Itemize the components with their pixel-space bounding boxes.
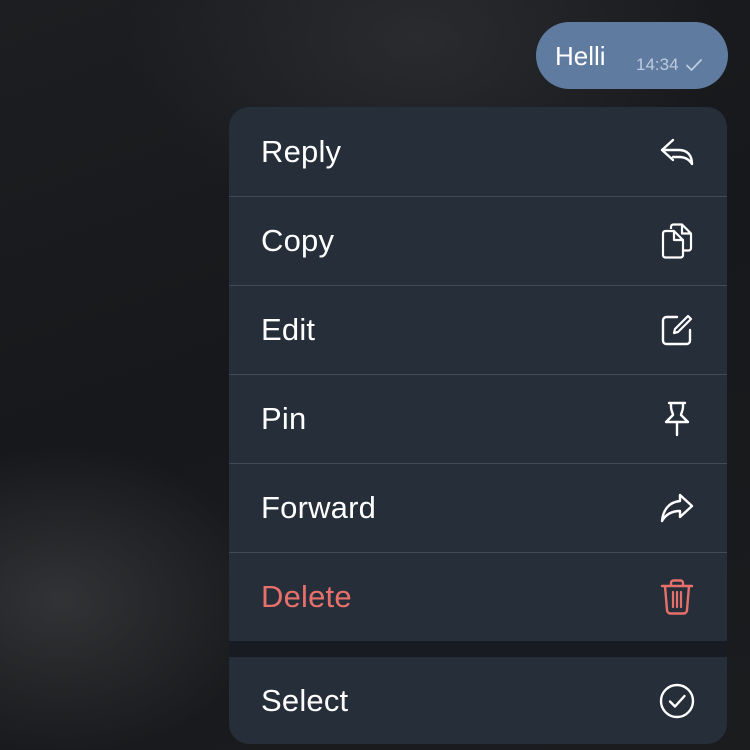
context-menu-actions: Reply Copy Edit Pin Forward Delete <box>229 107 727 641</box>
menu-item-reply[interactable]: Reply <box>229 107 727 196</box>
context-menu: Reply Copy Edit Pin Forward Delete Selec… <box>229 107 727 744</box>
menu-item-select[interactable]: Select <box>229 657 727 744</box>
forward-icon <box>657 488 697 528</box>
reply-icon <box>657 132 697 172</box>
message-meta: 14:34 <box>636 55 703 75</box>
menu-item-label: Delete <box>261 578 352 614</box>
copy-icon <box>657 221 697 261</box>
message-bubble[interactable]: Helli 14:34 <box>536 22 728 89</box>
menu-item-delete[interactable]: Delete <box>229 552 727 641</box>
menu-item-label: Forward <box>261 489 377 525</box>
menu-item-label: Select <box>261 683 349 718</box>
menu-item-forward[interactable]: Forward <box>229 463 727 552</box>
menu-item-copy[interactable]: Copy <box>229 196 727 285</box>
edit-icon <box>657 310 697 350</box>
pin-icon <box>657 399 697 439</box>
menu-item-label: Pin <box>261 400 307 436</box>
menu-separator <box>229 641 727 657</box>
menu-item-label: Reply <box>261 133 342 169</box>
menu-item-label: Edit <box>261 311 316 347</box>
menu-item-label: Copy <box>261 222 335 258</box>
message-time: 14:34 <box>636 55 679 74</box>
check-icon <box>685 58 703 72</box>
message-text: Helli <box>555 41 606 71</box>
trash-icon <box>657 577 697 617</box>
menu-item-edit[interactable]: Edit <box>229 285 727 374</box>
check-circle-icon <box>657 681 697 721</box>
menu-item-pin[interactable]: Pin <box>229 374 727 463</box>
